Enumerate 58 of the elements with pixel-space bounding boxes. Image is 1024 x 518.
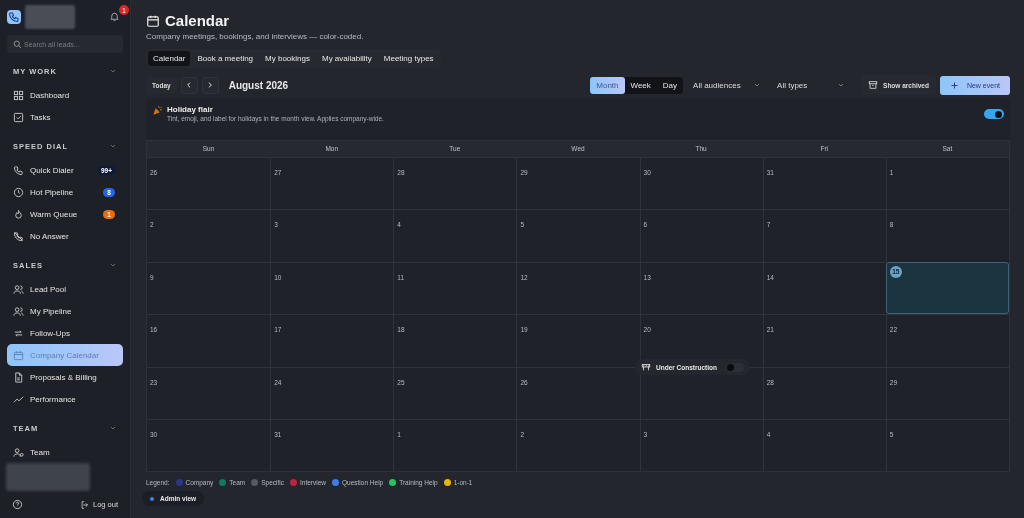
chevron-icon[interactable]: [109, 424, 117, 432]
phone-icon: [13, 164, 24, 176]
nav-item[interactable]: Performance: [7, 388, 123, 410]
next-button[interactable]: [201, 76, 219, 94]
view-toggle[interactable]: Week: [624, 76, 657, 94]
nav-item[interactable]: Follow-Ups: [7, 322, 123, 344]
bell-icon[interactable]: [109, 11, 120, 22]
user-icon: [13, 446, 24, 458]
tab[interactable]: Calendar: [148, 51, 191, 66]
barrier-icon: [641, 362, 651, 372]
chevron-icon[interactable]: [109, 142, 117, 150]
users-icon: [13, 305, 24, 317]
tab[interactable]: My bookings: [260, 51, 315, 66]
nav-item[interactable]: No Answer: [7, 225, 123, 247]
type-dropdown[interactable]: All types: [771, 80, 852, 90]
nav-item[interactable]: My Pipeline: [7, 300, 123, 322]
nav-item[interactable]: Lead Pool: [7, 278, 123, 300]
phone-off-icon: [13, 230, 24, 242]
chevron-right-icon: [206, 81, 215, 89]
document-icon: [13, 371, 24, 383]
search-icon: [13, 39, 22, 49]
view-toggle[interactable]: Month: [590, 76, 625, 94]
holiday-title: Holiday flair: [167, 105, 214, 114]
trend-icon: [13, 393, 24, 405]
nav-item[interactable]: Dashboard: [7, 84, 123, 106]
previous-button[interactable]: [180, 76, 198, 94]
grid-icon: [13, 89, 24, 101]
archive-icon: [868, 80, 879, 90]
clock-icon: [13, 186, 24, 198]
tab[interactable]: Meeting types: [378, 51, 439, 66]
chevron-down-icon: [753, 81, 762, 89]
logo-icon: [7, 9, 21, 24]
calendar-icon: [13, 349, 24, 361]
users-icon: [13, 283, 24, 295]
logout-icon: [79, 499, 90, 510]
confetti-icon: [152, 105, 163, 116]
audience-dropdown[interactable]: All audiences: [687, 80, 768, 90]
construction-toggle[interactable]: [726, 362, 745, 372]
view-toggle[interactable]: Day: [656, 76, 684, 94]
month-label: August 2026: [228, 79, 289, 91]
help-icon[interactable]: [12, 499, 23, 510]
flame-icon: [13, 208, 24, 220]
chevron-icon[interactable]: [109, 67, 117, 75]
page-subtitle: Company meetings, bookings, and interviews — color-coded.: [146, 32, 365, 41]
page-title: Calendar: [165, 12, 230, 29]
nav-item[interactable]: Tasks: [7, 106, 123, 128]
redacted-name: [25, 4, 75, 29]
chevron-icon[interactable]: [109, 261, 117, 269]
checkbox-icon: [13, 111, 24, 123]
nav-item[interactable]: Proposals & Billing: [7, 366, 123, 388]
plus-icon: [949, 80, 959, 90]
tab[interactable]: Book a meeting: [192, 51, 259, 66]
chevron-down-icon: [837, 81, 846, 89]
nav-item[interactable]: Team: [7, 441, 123, 463]
repeat-icon: [13, 327, 24, 339]
tab[interactable]: My availability: [317, 51, 377, 66]
calendar-icon: [146, 13, 160, 28]
holiday-toggle[interactable]: [984, 109, 1004, 119]
